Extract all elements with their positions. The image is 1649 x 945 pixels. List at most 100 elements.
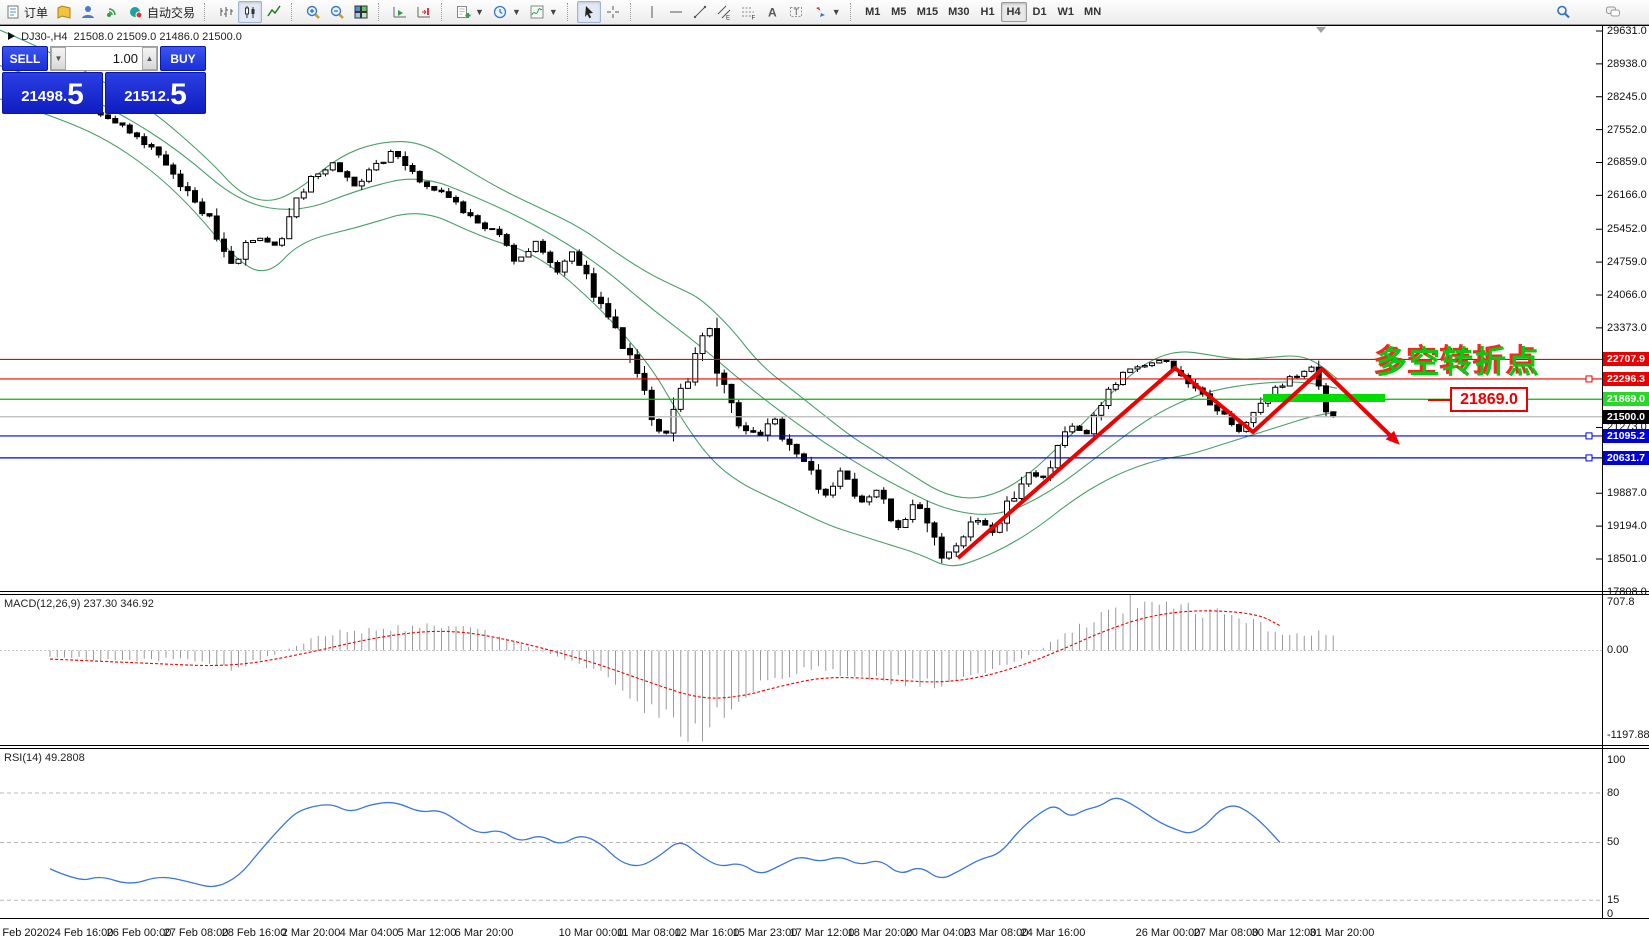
candle-body bbox=[526, 252, 531, 258]
templates-button[interactable]: ▼ bbox=[525, 1, 562, 23]
zoom-out-button[interactable] bbox=[325, 1, 349, 23]
level-flag[interactable]: 21869.0 bbox=[1450, 387, 1528, 412]
sell-button[interactable]: SELL bbox=[2, 46, 48, 71]
crosshair-button[interactable] bbox=[601, 1, 625, 23]
text-button[interactable]: A bbox=[760, 1, 784, 23]
chat-icon bbox=[1605, 4, 1621, 20]
timeframe-h4-button[interactable]: H4 bbox=[1001, 2, 1027, 22]
new-order-button[interactable]: 订单 bbox=[1, 1, 52, 23]
auto-scroll-button[interactable] bbox=[388, 1, 412, 23]
chart-canvas[interactable] bbox=[0, 26, 1602, 919]
pane-separator-rsi[interactable] bbox=[0, 745, 1649, 749]
candle-body bbox=[236, 259, 241, 263]
buy-button[interactable]: BUY bbox=[160, 46, 206, 71]
timeframe-d1-button[interactable]: D1 bbox=[1027, 2, 1053, 22]
candle-body bbox=[657, 420, 662, 431]
candle-body bbox=[947, 552, 952, 558]
svg-text:E: E bbox=[726, 16, 730, 21]
line-chart-button[interactable] bbox=[262, 1, 286, 23]
toolbar-separator bbox=[441, 3, 447, 21]
cursor-button[interactable] bbox=[577, 1, 601, 23]
candle-body bbox=[258, 238, 263, 240]
candle-body bbox=[765, 424, 770, 435]
chevron-down-icon[interactable]: ▼ bbox=[475, 7, 484, 17]
candle-body bbox=[446, 192, 451, 198]
timeframe-m30-button[interactable]: M30 bbox=[943, 2, 974, 22]
zoom-in-button[interactable] bbox=[301, 1, 325, 23]
search-button[interactable] bbox=[1551, 1, 1575, 23]
candle-body bbox=[889, 499, 894, 521]
sell-price-box[interactable]: 21498 . 5 bbox=[2, 72, 103, 114]
horizontal-line-button[interactable] bbox=[664, 1, 688, 23]
candle-body bbox=[309, 176, 314, 192]
metaeditor-button[interactable] bbox=[52, 1, 76, 23]
chevron-down-icon[interactable]: ▼ bbox=[832, 7, 841, 17]
textA-icon: A bbox=[764, 4, 780, 20]
candle-body bbox=[773, 419, 778, 424]
timeframe-mn-button[interactable]: MN bbox=[1079, 2, 1106, 22]
candle-body bbox=[671, 409, 676, 433]
svg-text:A: A bbox=[768, 6, 777, 20]
volume-decrease-button[interactable]: ▼ bbox=[51, 47, 66, 70]
candle-body bbox=[1092, 415, 1097, 434]
price-tick-label: 24066.0 bbox=[1607, 289, 1647, 301]
channel-button[interactable]: E bbox=[712, 1, 736, 23]
time-axis-label: 18 Mar 20:00 bbox=[848, 927, 913, 939]
candle-body bbox=[845, 471, 850, 479]
time-axis-label: 11 Mar 08:00 bbox=[617, 927, 681, 939]
time-axis-label: 24 Mar 16:00 bbox=[1021, 927, 1086, 939]
autotrading-button[interactable]: 自动交易 bbox=[124, 1, 199, 23]
chevron-down-icon[interactable]: ▼ bbox=[549, 7, 558, 17]
candle-body bbox=[468, 213, 473, 216]
candle-body bbox=[620, 328, 625, 349]
support-zone-bar[interactable] bbox=[1263, 394, 1385, 402]
line-handle[interactable] bbox=[1586, 455, 1592, 461]
candle-body bbox=[867, 497, 872, 502]
line-handle[interactable] bbox=[1586, 433, 1592, 439]
candlestick-chart-button[interactable] bbox=[238, 1, 262, 23]
timeframe-m15-button[interactable]: M15 bbox=[912, 2, 943, 22]
chevron-down-icon[interactable]: ▼ bbox=[512, 7, 521, 17]
candle-body bbox=[207, 214, 212, 216]
chart-shift-button[interactable] bbox=[412, 1, 436, 23]
person-icon bbox=[80, 4, 96, 20]
candle-body bbox=[367, 170, 372, 181]
timeframe-m1-button[interactable]: M1 bbox=[860, 2, 886, 22]
arrows-button[interactable]: ▼ bbox=[808, 1, 845, 23]
tile-windows-button[interactable] bbox=[349, 1, 373, 23]
candle-body bbox=[983, 521, 988, 526]
timeframe-m5-button[interactable]: M5 bbox=[886, 2, 912, 22]
candle-body bbox=[396, 152, 401, 157]
time-axis-label: 2 Mar 20:00 bbox=[282, 927, 341, 939]
buy-price-box[interactable]: 21512 . 5 bbox=[105, 72, 206, 114]
price-axis-line bbox=[1602, 26, 1603, 919]
candle-body bbox=[577, 252, 582, 265]
line-handle[interactable] bbox=[1586, 376, 1592, 382]
candle-body bbox=[541, 241, 546, 252]
candle-body bbox=[664, 431, 669, 433]
price-tick-label: 25452.0 bbox=[1607, 223, 1647, 235]
volume-value[interactable]: 1.00 bbox=[66, 51, 142, 66]
vertical-line-button[interactable] bbox=[640, 1, 664, 23]
navigator-button[interactable] bbox=[76, 1, 100, 23]
timeframe-w1-button[interactable]: W1 bbox=[1053, 2, 1080, 22]
trendline-button[interactable] bbox=[688, 1, 712, 23]
price-badge-22296.3: 22296.3 bbox=[1603, 372, 1649, 386]
label-button[interactable]: T bbox=[784, 1, 808, 23]
chat-button[interactable] bbox=[1601, 1, 1625, 23]
turning-point-annotation[interactable]: 多空转折点 bbox=[1376, 337, 1541, 382]
candle-body bbox=[164, 155, 169, 165]
signals-button[interactable] bbox=[100, 1, 124, 23]
fibonacci-button[interactable]: F bbox=[736, 1, 760, 23]
timeframe-h1-button[interactable]: H1 bbox=[975, 2, 1001, 22]
macd-value-main: 237.30 bbox=[83, 598, 117, 610]
volume-increase-button[interactable]: ▲ bbox=[142, 47, 157, 70]
toolbar-right bbox=[1551, 1, 1625, 23]
pane-separator-macd[interactable] bbox=[0, 591, 1649, 595]
new-chart-button[interactable]: ▼ bbox=[451, 1, 488, 23]
candle-body bbox=[432, 187, 437, 191]
chart-shift-marker[interactable] bbox=[1316, 27, 1326, 33]
candle-body bbox=[628, 348, 633, 354]
periods-button[interactable]: ▼ bbox=[488, 1, 525, 23]
bar-chart-button[interactable] bbox=[214, 1, 238, 23]
